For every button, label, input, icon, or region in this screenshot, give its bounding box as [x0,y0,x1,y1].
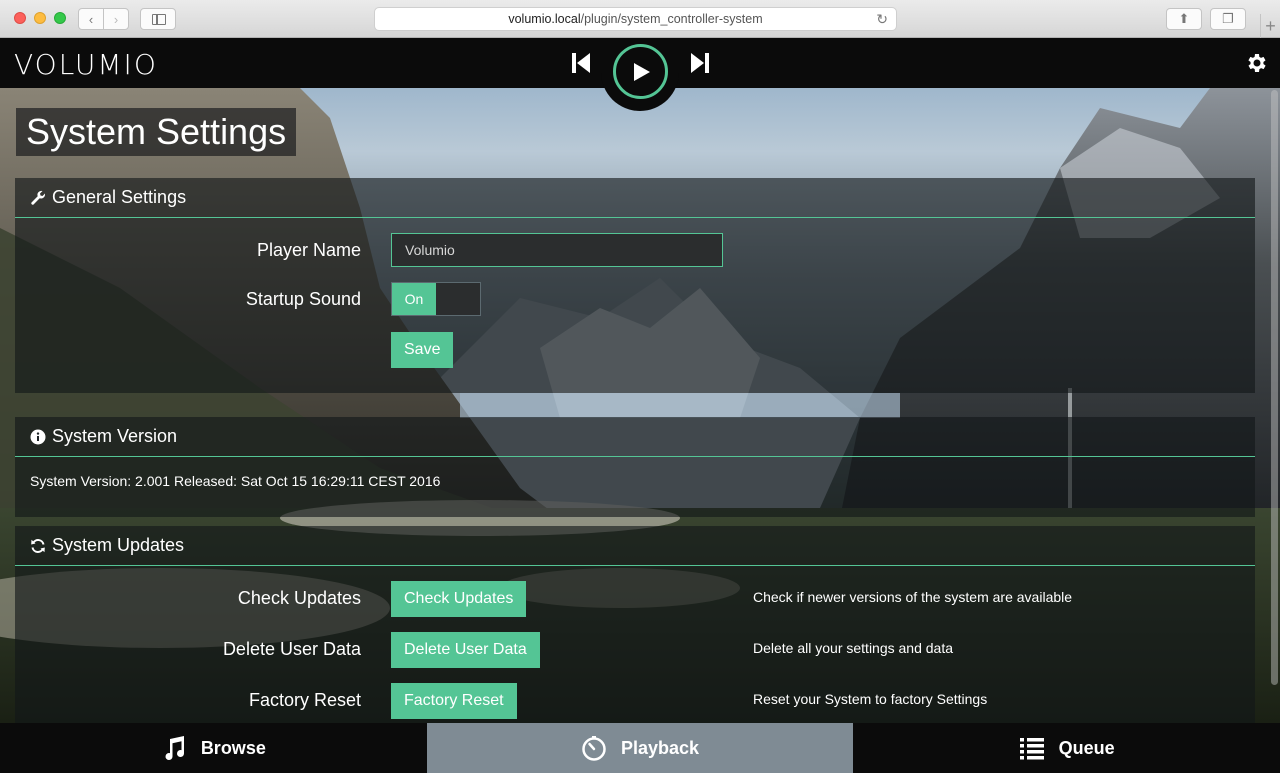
tab-playback-label: Playback [620,737,700,758]
url-path: /plugin/system_controller-system [580,12,763,26]
forward-arrow-icon[interactable]: › [103,9,128,29]
wrench-icon [31,190,46,205]
factory-reset-description: Reset your System to factory Settings [753,691,988,707]
close-window-button[interactable] [14,12,26,24]
url-host: volumio.local [508,12,581,26]
list-icon [1019,738,1044,760]
tab-queue[interactable]: Queue [853,723,1280,773]
save-button[interactable]: Save [391,332,454,368]
reload-icon[interactable]: ↻ [876,11,888,28]
skip-next-icon[interactable] [690,52,710,74]
tab-queue-label: Queue [1058,737,1115,758]
player-name-label: Player Name [256,240,361,260]
startup-sound-row: Startup Sound On [15,282,1255,318]
general-settings-title: General Settings [52,187,187,207]
general-settings-header: General Settings [15,178,1255,218]
music-note-icon [165,736,184,761]
general-settings-section: General Settings Player Name Startup Sou… [15,178,1255,393]
page-title: System Settings [16,108,297,156]
delete-user-data-description: Delete all your settings and data [753,640,954,656]
tab-browse[interactable]: Browse [0,723,427,773]
system-version-section: System Version System Version: 2.001 Rel… [15,417,1255,517]
tab-browse-label: Browse [200,737,266,758]
factory-reset-row: Factory Reset Factory Reset Reset your S… [15,683,1255,719]
system-updates-header: System Updates [15,526,1255,566]
page-scrollbar[interactable] [1271,90,1278,685]
system-updates-section: System Updates Check Updates Check Updat… [15,526,1255,723]
startup-sound-label: Startup Sound [245,289,361,309]
delete-user-data-row: Delete User Data Delete User Data Delete… [15,632,1255,668]
new-tab-icon[interactable]: + [1260,14,1280,38]
info-circle-icon [30,429,46,444]
volumio-logo: VOLUMIO [14,48,158,81]
gear-icon[interactable] [1244,51,1268,75]
playback-dial-icon [582,736,606,761]
tab-playback[interactable]: Playback [426,723,854,773]
system-updates-title: System Updates [52,535,185,555]
system-version-title: System Version [52,426,178,446]
refresh-icon [31,538,45,553]
bottom-navigation: Browse Playback Queue [0,723,1280,773]
share-icon[interactable]: ⬆ [1166,8,1202,30]
player-name-row: Player Name [15,233,1255,269]
check-updates-label: Check Updates [237,588,361,608]
toggle-on-state: On [392,283,436,315]
system-version-header: System Version [15,417,1255,457]
play-button[interactable] [613,44,668,99]
browser-toolbar: ‹ › volumio.local/plugin/system_controll… [0,0,1280,38]
back-arrow-icon[interactable]: ‹ [79,9,103,29]
check-updates-button[interactable]: Check Updates [391,581,527,617]
factory-reset-label: Factory Reset [248,690,361,710]
factory-reset-button[interactable]: Factory Reset [391,683,517,719]
sidebar-toggle-icon[interactable] [140,8,176,30]
play-icon [633,62,650,81]
history-nav: ‹ › [78,8,129,30]
startup-sound-toggle[interactable]: On [391,282,481,316]
system-version-text: System Version: 2.001 Released: Sat Oct … [30,473,441,489]
check-updates-row: Check Updates Check Updates Check if new… [15,581,1255,617]
check-updates-description: Check if newer versions of the system ar… [753,589,1073,605]
minimize-window-button[interactable] [34,12,46,24]
settings-content: System Settings General Settings Player … [0,88,1280,723]
delete-user-data-button[interactable]: Delete User Data [391,632,540,668]
skip-previous-icon[interactable] [571,52,591,74]
address-bar[interactable]: volumio.local/plugin/system_controller-s… [374,7,897,31]
player-name-input[interactable] [391,233,723,267]
save-row: Save [15,332,1255,368]
delete-user-data-label: Delete User Data [222,639,361,659]
zoom-window-button[interactable] [54,12,66,24]
tabs-overview-icon[interactable]: ❐ [1210,8,1246,30]
